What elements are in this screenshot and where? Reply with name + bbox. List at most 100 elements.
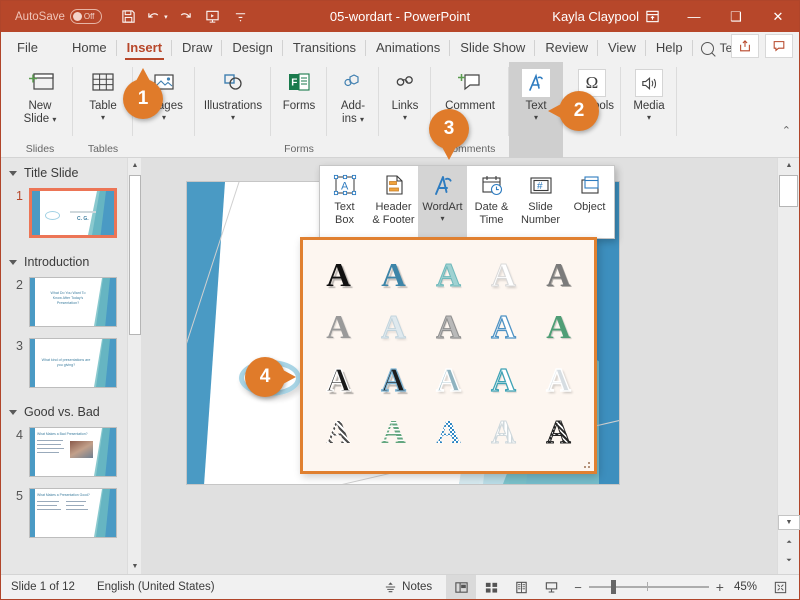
tab-file[interactable]: File <box>7 34 48 62</box>
menu-item-header-footer[interactable]: Header & Footer <box>369 166 418 238</box>
section-header-introduction[interactable]: Introduction <box>1 247 141 275</box>
wordart-style-2[interactable]: A <box>366 250 421 302</box>
slide-position[interactable]: Slide 1 of 12 <box>11 581 75 593</box>
slide-sorter-icon[interactable] <box>476 575 506 599</box>
customize-quick-access-icon[interactable] <box>228 4 254 30</box>
wordart-style-8[interactable]: A <box>421 302 476 354</box>
wordart-style-11[interactable]: A <box>311 355 366 407</box>
forms-button[interactable]: F Forms <box>271 66 327 113</box>
wordart-style-5[interactable]: A <box>531 250 586 302</box>
wordart-style-12[interactable]: A <box>366 355 421 407</box>
wordart-style-1[interactable]: A <box>311 250 366 302</box>
addins-button[interactable]: Add- ins ▾ <box>327 66 379 126</box>
tab-animations[interactable]: Animations <box>366 34 450 62</box>
menu-item-text-box[interactable]: A Text Box <box>320 166 369 238</box>
scroll-down-arrow-icon[interactable]: ▼ <box>778 515 800 530</box>
next-slide-icon[interactable]: ⏷ <box>778 553 800 568</box>
wordart-style-9[interactable]: A <box>476 302 531 354</box>
tab-draw[interactable]: Draw <box>172 34 222 62</box>
slide-show-icon[interactable] <box>536 575 566 599</box>
zoom-level[interactable]: 45% <box>734 581 757 593</box>
list-item[interactable]: 5 What Makes a Presentation Good? <box>1 486 141 547</box>
wordart-style-17[interactable]: A <box>366 407 421 459</box>
tab-insert[interactable]: Insert <box>117 34 172 62</box>
minimize-button[interactable]: — <box>673 1 715 32</box>
zoom-out-button[interactable]: − <box>574 580 582 595</box>
normal-view-icon[interactable] <box>446 575 476 599</box>
zoom-slider-track[interactable] <box>589 586 709 588</box>
user-name[interactable]: Kayla Claypool <box>552 9 639 24</box>
slide-panel-scrollbar[interactable]: ▲ ▼ <box>127 158 141 574</box>
wordart-style-19[interactable]: A <box>476 407 531 459</box>
wordart-style-10[interactable]: A <box>531 302 586 354</box>
resize-grip-icon[interactable] <box>584 462 591 469</box>
language-indicator[interactable]: English (United States) <box>97 581 215 593</box>
section-header-title-slide[interactable]: Title Slide <box>1 158 141 186</box>
collapse-ribbon-chevron-icon[interactable]: ⌃ <box>782 124 791 137</box>
new-slide-button[interactable]: New Slide ▾ <box>7 66 73 126</box>
menu-item-date-time[interactable]: Date & Time <box>467 166 516 238</box>
reading-view-icon[interactable] <box>506 575 536 599</box>
ribbon-display-options-icon[interactable] <box>631 1 673 32</box>
list-item[interactable]: 2 What Do You Want To Know After Today's… <box>1 275 141 336</box>
section-header-good-vs-bad[interactable]: Good vs. Bad <box>1 397 141 425</box>
zoom-in-button[interactable]: + <box>716 579 724 595</box>
tab-review[interactable]: Review <box>535 34 598 62</box>
slide-thumbnail-4[interactable]: What Makes a Bad Presentation? <box>29 427 117 477</box>
canvas-scrollbar[interactable]: ▲ ▼ ⏶ ⏷ <box>777 158 799 574</box>
menu-item-slide-number[interactable]: # Slide Number <box>516 166 565 238</box>
start-presentation-icon[interactable] <box>200 4 226 30</box>
slide-thumbnail-5[interactable]: What Makes a Presentation Good? <box>29 488 117 538</box>
autosave-toggle[interactable]: Off <box>70 9 102 24</box>
tab-design[interactable]: Design <box>222 34 282 62</box>
scroll-up-arrow-icon[interactable]: ▲ <box>778 158 800 173</box>
undo-icon[interactable]: ▾ <box>144 4 170 30</box>
list-item[interactable]: 4 What Makes a Bad Presentation? <box>1 425 141 486</box>
save-icon[interactable] <box>116 4 142 30</box>
wordart-style-14[interactable]: A <box>476 355 531 407</box>
wordart-gallery[interactable]: A A A A A A A A A A A A A A A A A A A A <box>300 237 597 474</box>
media-button[interactable]: Media ▾ <box>621 66 677 122</box>
text-dropdown-menu[interactable]: A Text Box Header & Footer WordArt ▾ Dat… <box>319 165 615 239</box>
tab-help[interactable]: Help <box>646 34 693 62</box>
zoom-slider-handle[interactable] <box>611 580 616 594</box>
wordart-style-16[interactable]: A <box>311 407 366 459</box>
tab-view[interactable]: View <box>598 34 646 62</box>
close-button[interactable]: ✕ <box>757 1 799 32</box>
wordart-style-13[interactable]: A <box>421 355 476 407</box>
scroll-down-arrow-icon[interactable]: ▼ <box>128 559 141 574</box>
wordart-style-18[interactable]: A <box>421 407 476 459</box>
menu-item-object[interactable]: Object <box>565 166 614 238</box>
maximize-button[interactable]: ❑ <box>715 1 757 32</box>
autosave-control[interactable]: AutoSave Off <box>15 9 102 24</box>
tab-slide-show[interactable]: Slide Show <box>450 34 535 62</box>
notes-button[interactable]: Notes <box>384 581 432 594</box>
share-icon[interactable] <box>731 34 759 58</box>
fit-slide-to-window-icon[interactable] <box>765 575 795 599</box>
list-item[interactable]: 3 What kind of presentations are you giv… <box>1 336 141 397</box>
redo-icon[interactable] <box>172 4 198 30</box>
wordart-style-3[interactable]: A <box>421 250 476 302</box>
menu-item-wordart[interactable]: WordArt ▾ <box>418 166 467 238</box>
wordart-style-15[interactable]: A <box>531 355 586 407</box>
wordart-style-7[interactable]: A <box>366 302 421 354</box>
scrollbar-thumb[interactable] <box>129 175 141 335</box>
zoom-control[interactable]: − + 45% <box>574 579 765 595</box>
slide-thumbnail-3[interactable]: What kind of presentations are you givin… <box>29 338 117 388</box>
wordart-style-6[interactable]: A <box>311 302 366 354</box>
new-comment-button[interactable]: Comment <box>431 66 509 113</box>
links-button[interactable]: Links ▾ <box>379 66 431 122</box>
tab-transitions[interactable]: Transitions <box>283 34 366 62</box>
comment-icon[interactable] <box>765 34 793 58</box>
scrollbar-thumb[interactable] <box>779 175 798 207</box>
list-item[interactable]: 1 C. G. <box>1 186 141 247</box>
previous-slide-icon[interactable]: ⏶ <box>778 535 800 550</box>
wordart-style-20[interactable]: A <box>531 407 586 459</box>
slide-thumbnail-2[interactable]: What Do You Want To Know After Today's P… <box>29 277 117 327</box>
wordart-style-4[interactable]: A <box>476 250 531 302</box>
illustrations-button[interactable]: Illustrations ▾ <box>195 66 271 122</box>
scroll-up-arrow-icon[interactable]: ▲ <box>128 158 141 173</box>
wordart-style-letter: A <box>436 259 461 293</box>
slide-thumbnail-1[interactable]: C. G. <box>29 188 117 238</box>
tab-home[interactable]: Home <box>62 34 117 62</box>
